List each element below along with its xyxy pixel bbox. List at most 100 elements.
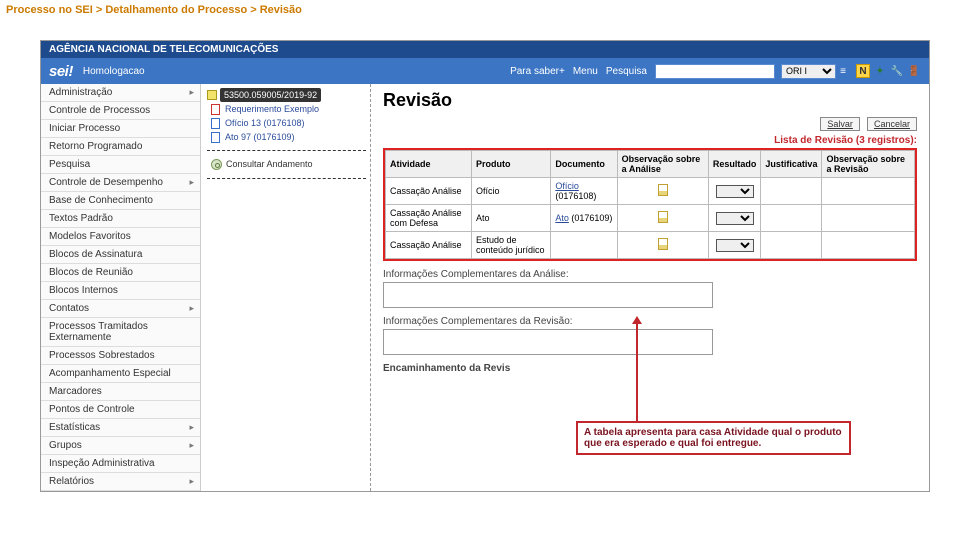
cell [617,232,708,259]
note-icon[interactable] [658,211,668,223]
cancelar-button[interactable]: Cancelar [867,117,917,131]
cell [822,205,915,232]
header-bar: sei! Homologacao Para saber+ Menu Pesqui… [41,58,929,84]
cell [822,232,915,259]
cell: Ofício [471,178,550,205]
revision-table: AtividadeProdutoDocumentoObservação sobr… [385,150,915,259]
menu-item-7[interactable]: Textos Padrão [41,210,200,228]
unit-select[interactable]: ORI I [781,64,836,79]
note-icon[interactable] [658,184,668,196]
chevron-right-icon: ▸ [189,422,194,433]
left-menu: Administração▸Controle de ProcessosInici… [41,84,201,491]
clock-icon [211,159,222,170]
menu-item-0[interactable]: Administração▸ [41,84,200,102]
document-icon [211,132,220,143]
env-label: Homologacao [83,66,145,77]
consultar-andamento[interactable]: Consultar Andamento [207,157,366,172]
revision-table-highlight: AtividadeProdutoDocumentoObservação sobr… [383,148,917,261]
menu-link[interactable]: Menu [573,66,598,77]
page-title: Revisão [383,90,917,111]
salvar-button[interactable]: Salvar [820,117,860,131]
callout-box: A tabela apresenta para casa Atividade q… [576,421,851,455]
callout-arrowhead [632,316,642,324]
bookmark-icon[interactable]: ✦ [873,64,887,78]
comp-revisao-textarea[interactable] [383,329,713,355]
record-count: Lista de Revisão (3 registros): [383,135,917,146]
cell [761,205,822,232]
menu-item-17[interactable]: Pontos de Controle [41,401,200,419]
note-icon[interactable] [658,238,668,250]
menu-item-6[interactable]: Base de Conhecimento [41,192,200,210]
col-1: Produto [471,151,550,178]
chevron-right-icon: ▸ [189,303,194,314]
cell [708,232,761,259]
tree-doc-0[interactable]: Requerimento Exemplo [207,102,366,116]
expand-icon[interactable]: ≡ [836,64,850,78]
cell [761,178,822,205]
search-input[interactable] [655,64,775,79]
menu-item-5[interactable]: Controle de Desempenho▸ [41,174,200,192]
tree-doc-1[interactable]: Ofício 13 (0176108) [207,116,366,130]
tree-root[interactable]: 53500.059005/2019-92 [207,88,366,102]
cell [551,232,617,259]
document-icon [211,118,220,129]
comp-analise-textarea[interactable] [383,282,713,308]
table-row: Cassação AnáliseEstudo de conteúdo juríd… [386,232,915,259]
callout-arrow [636,322,638,437]
doc-link[interactable]: Ato [555,213,569,223]
col-5: Justificativa [761,151,822,178]
resultado-select[interactable] [716,212,754,225]
chevron-right-icon: ▸ [189,476,194,487]
pesquisa-label: Pesquisa [606,66,647,77]
menu-item-13[interactable]: Processos Tramitados Externamente [41,318,200,347]
main-content: Revisão Salvar Cancelar Lista de Revisão… [371,84,929,491]
tree-panel: 53500.059005/2019-92 Requerimento Exempl… [201,84,371,491]
menu-item-10[interactable]: Blocos de Reunião [41,264,200,282]
cell [822,178,915,205]
cell: Ato (0176109) [551,205,617,232]
cell [708,205,761,232]
resultado-select[interactable] [716,185,754,198]
menu-item-4[interactable]: Pesquisa [41,156,200,174]
cell: Cassação Análise [386,232,472,259]
cell [617,178,708,205]
section-encaminhamento: Encaminhamento da Revis [383,363,917,374]
doc-link[interactable]: Ofício [555,181,579,191]
notification-icon[interactable]: N [856,64,870,78]
breadcrumb: Processo no SEI > Detalhamento do Proces… [0,0,960,20]
menu-item-18[interactable]: Estatísticas▸ [41,419,200,437]
chevron-right-icon: ▸ [189,87,194,98]
cell [708,178,761,205]
col-0: Atividade [386,151,472,178]
menu-item-16[interactable]: Marcadores [41,383,200,401]
app-window: AGÊNCIA NACIONAL DE TELECOMUNICAÇÕES sei… [40,40,930,492]
agency-title: AGÊNCIA NACIONAL DE TELECOMUNICAÇÕES [41,41,929,58]
col-6: Observação sobre a Revisão [822,151,915,178]
resultado-select[interactable] [716,239,754,252]
cell: Ato [471,205,550,232]
col-2: Documento [551,151,617,178]
menu-item-8[interactable]: Modelos Favoritos [41,228,200,246]
menu-item-2[interactable]: Iniciar Processo [41,120,200,138]
menu-item-3[interactable]: Retorno Programado [41,138,200,156]
section-comp-analise: Informações Complementares da Análise: [383,269,917,280]
section-comp-revisao: Informações Complementares da Revisão: [383,316,917,327]
parasaber-link[interactable]: Para saber+ [510,66,565,77]
menu-item-11[interactable]: Blocos Internos [41,282,200,300]
menu-item-20[interactable]: Inspeção Administrativa [41,455,200,473]
menu-item-14[interactable]: Processos Sobrestados [41,347,200,365]
menu-item-9[interactable]: Blocos de Assinatura [41,246,200,264]
cell [617,205,708,232]
col-3: Observação sobre a Análise [617,151,708,178]
cell: Ofício (0176108) [551,178,617,205]
logo: sei! [49,63,73,80]
cell: Cassação Análise [386,178,472,205]
tree-doc-2[interactable]: Ato 97 (0176109) [207,130,366,144]
menu-item-19[interactable]: Grupos▸ [41,437,200,455]
menu-item-12[interactable]: Contatos▸ [41,300,200,318]
menu-item-21[interactable]: Relatórios▸ [41,473,200,491]
exit-icon[interactable]: 🚪 [907,64,921,78]
wrench-icon[interactable]: 🔧 [890,64,904,78]
menu-item-15[interactable]: Acompanhamento Especial [41,365,200,383]
menu-item-1[interactable]: Controle de Processos [41,102,200,120]
